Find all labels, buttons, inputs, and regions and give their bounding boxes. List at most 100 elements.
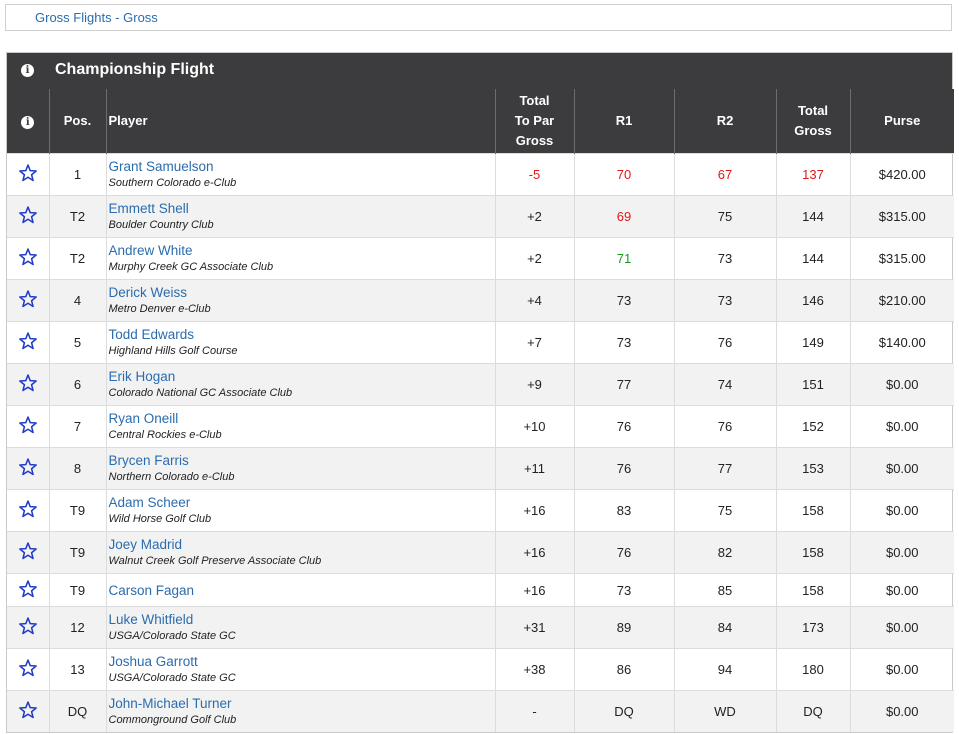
star-outline-icon[interactable] (18, 415, 38, 435)
star-outline-icon[interactable] (18, 289, 38, 309)
r1-cell: 76 (573, 531, 674, 574)
favorite-cell (7, 648, 49, 691)
r2-cell: 94 (673, 648, 776, 691)
player-cell: Derick Weiss Metro Denver e-Club (105, 279, 495, 322)
position-cell: 1 (48, 153, 106, 196)
r2-cell: 82 (673, 531, 776, 574)
r2-cell: 67 (673, 153, 776, 196)
star-outline-icon[interactable] (18, 457, 38, 477)
total-gross-cell: 173 (775, 606, 850, 649)
leaderboard: i Championship Flight i Pos. Player Tota… (6, 52, 954, 733)
star-outline-icon[interactable] (18, 616, 38, 636)
r2-cell: 74 (673, 363, 776, 406)
star-outline-icon[interactable] (18, 205, 38, 225)
player-cell: John-Michael Turner Commonground Golf Cl… (105, 690, 495, 732)
r1-cell: 76 (573, 405, 674, 448)
r2-column-header[interactable]: R2 (673, 89, 776, 154)
star-outline-icon[interactable] (18, 658, 38, 678)
star-outline-icon[interactable] (18, 579, 38, 599)
player-club: Walnut Creek Golf Preserve Associate Clu… (108, 555, 322, 567)
player-name-link[interactable]: Ryan Oneill (109, 410, 495, 427)
purse-column-header[interactable]: Purse (849, 89, 954, 154)
player-name-link[interactable]: Todd Edwards (109, 326, 495, 343)
r1-column-header[interactable]: R1 (573, 89, 674, 154)
star-outline-icon[interactable] (18, 163, 38, 183)
total-gross-cell: 152 (775, 405, 850, 448)
total-gross-cell: 158 (775, 489, 850, 532)
to-par-cell: +7 (494, 321, 574, 364)
player-club: Murphy Creek GC Associate Club (108, 261, 274, 273)
player-name-link[interactable]: Carson Fagan (109, 582, 495, 599)
pos-column-header[interactable]: Pos. (48, 89, 106, 154)
player-club: USGA/Colorado State GC (108, 630, 236, 642)
player-cell: Joey Madrid Walnut Creek Golf Preserve A… (105, 531, 495, 574)
player-name-link[interactable]: Joshua Garrott (109, 653, 495, 670)
table-row: T9 Adam Scheer Wild Horse Golf Club +16 … (7, 489, 954, 532)
player-name-link[interactable]: Adam Scheer (109, 494, 495, 511)
player-name-link[interactable]: Joey Madrid (109, 536, 495, 553)
player-column-header[interactable]: Player (105, 89, 495, 154)
purse-cell: $140.00 (849, 321, 954, 364)
table-row: T2 Andrew White Murphy Creek GC Associat… (7, 237, 954, 280)
info-icon[interactable]: i (21, 64, 34, 77)
r1-cell: 69 (573, 195, 674, 238)
table-row: 5 Todd Edwards Highland Hills Golf Cours… (7, 321, 954, 364)
favorite-cell (7, 153, 49, 196)
r2-cell: 75 (673, 489, 776, 532)
position-cell: 12 (48, 606, 106, 649)
player-name-link[interactable]: Luke Whitfield (109, 611, 495, 628)
info-icon[interactable]: i (21, 116, 35, 129)
position-cell: T9 (48, 489, 106, 532)
to-par-cell: +10 (494, 405, 574, 448)
player-name-link[interactable]: Andrew White (109, 242, 495, 259)
table-row: 13 Joshua Garrott USGA/Colorado State GC… (7, 648, 954, 691)
purse-cell: $0.00 (849, 606, 954, 649)
to-par-cell: +2 (494, 195, 574, 238)
table-row: 12 Luke Whitfield USGA/Colorado State GC… (7, 606, 954, 649)
purse-cell: $0.00 (849, 363, 954, 406)
player-name-link[interactable]: Emmett Shell (109, 200, 495, 217)
table-row: 7 Ryan Oneill Central Rockies e-Club +10… (7, 405, 954, 448)
r2-cell: 73 (673, 279, 776, 322)
star-outline-icon[interactable] (18, 331, 38, 351)
position-cell: 4 (48, 279, 106, 322)
to-par-cell: +9 (494, 363, 574, 406)
purse-cell: $420.00 (849, 153, 954, 196)
position-cell: 5 (48, 321, 106, 364)
to-par-cell: +16 (494, 573, 574, 607)
to-par-header-line3: Gross (515, 133, 554, 148)
r2-cell: 76 (673, 405, 776, 448)
to-par-cell: +31 (494, 606, 574, 649)
player-name-link[interactable]: Grant Samuelson (109, 158, 495, 175)
total-gross-cell: 137 (775, 153, 850, 196)
player-cell: Joshua Garrott USGA/Colorado State GC (105, 648, 495, 691)
star-outline-icon[interactable] (18, 373, 38, 393)
position-cell: T9 (48, 573, 106, 607)
favorite-cell (7, 279, 49, 322)
table-row: 4 Derick Weiss Metro Denver e-Club +4 73… (7, 279, 954, 322)
star-outline-icon[interactable] (18, 541, 38, 561)
player-club: Wild Horse Golf Club (108, 513, 212, 525)
to-par-cell: +16 (494, 489, 574, 532)
star-outline-icon[interactable] (18, 700, 38, 720)
total-gross-cell: 144 (775, 237, 850, 280)
gross-flights-link[interactable]: Gross Flights - Gross (35, 10, 158, 25)
player-club: Boulder Country Club (108, 219, 214, 231)
position-cell: 8 (48, 447, 106, 490)
to-par-column-header[interactable]: Total To Par Gross (494, 89, 574, 154)
favorite-cell (7, 690, 49, 732)
to-par-cell: +11 (494, 447, 574, 490)
star-outline-icon[interactable] (18, 499, 38, 519)
star-outline-icon[interactable] (18, 247, 38, 267)
to-par-cell: +38 (494, 648, 574, 691)
r2-cell: 73 (673, 237, 776, 280)
player-name-link[interactable]: Derick Weiss (109, 284, 495, 301)
player-name-link[interactable]: Erik Hogan (109, 368, 495, 385)
total-gross-column-header[interactable]: Total Gross (775, 89, 850, 154)
purse-cell: $0.00 (849, 405, 954, 448)
r2-cell: 84 (673, 606, 776, 649)
player-name-link[interactable]: John-Michael Turner (109, 695, 495, 712)
to-par-cell: - (494, 690, 574, 732)
to-par-cell: +4 (494, 279, 574, 322)
player-name-link[interactable]: Brycen Farris (109, 452, 495, 469)
